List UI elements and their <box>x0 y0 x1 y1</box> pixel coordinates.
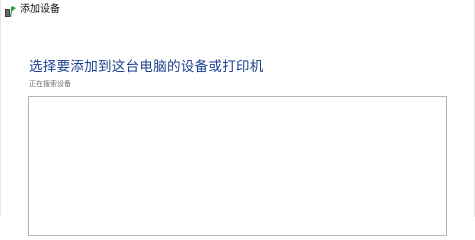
search-status-text: 正在搜索设备 <box>29 80 71 88</box>
device-list[interactable] <box>28 96 447 236</box>
add-device-window: 添加设备 选择要添加到这台电脑的设备或打印机 正在搜索设备 <box>0 0 475 236</box>
add-device-icon <box>4 3 17 18</box>
title-bar: 添加设备 <box>1 0 474 20</box>
page-heading: 选择要添加到这台电脑的设备或打印机 <box>29 59 264 75</box>
window-title: 添加设备 <box>20 4 60 15</box>
